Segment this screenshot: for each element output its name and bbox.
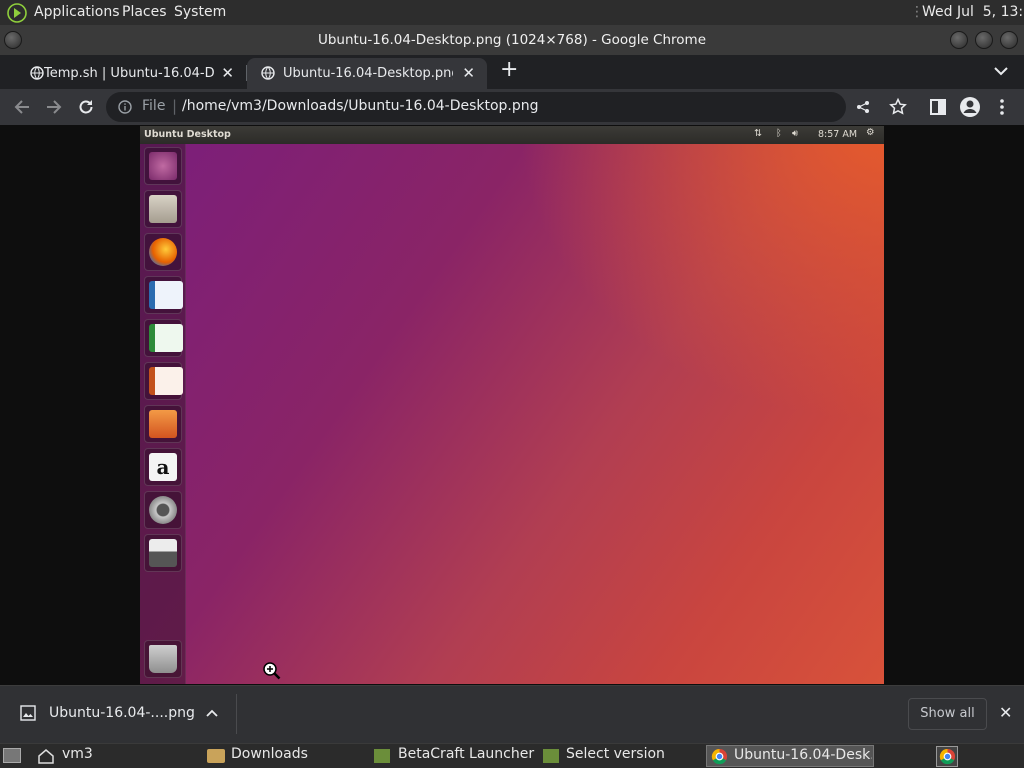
ubuntu-settings-gear-icon: ⚙ <box>866 127 875 138</box>
software-center-icon <box>144 405 182 443</box>
taskbar-item-chrome: Ubuntu-16.04-Desk... <box>734 747 872 763</box>
profile-avatar-icon[interactable] <box>959 96 981 118</box>
info-icon[interactable] <box>118 100 132 114</box>
ubuntu-desktop-image: Ubuntu Desktop ⇅ ᛒ 🔊︎ 8:57 AM ⚙ a <box>140 126 884 684</box>
tab-search-chevron-icon[interactable] <box>994 66 1008 76</box>
menu-system[interactable]: System <box>174 4 226 20</box>
firefox-icon <box>144 233 182 271</box>
system-settings-icon <box>144 491 182 529</box>
bluetooth-icon: ᛒ <box>776 128 782 139</box>
download-shelf: Ubuntu-16.04-....png Show all ✕ <box>0 685 1024 743</box>
url-separator: | <box>172 97 178 115</box>
workspace-switcher[interactable] <box>936 746 958 767</box>
amazon-icon: a <box>144 448 182 486</box>
browser-toolbar: File | /home/vm3/Downloads/Ubuntu-16.04-… <box>0 89 1024 125</box>
url-text[interactable]: /home/vm3/Downloads/Ubuntu-16.04-Desktop… <box>182 98 539 114</box>
side-panel-icon[interactable] <box>928 97 948 117</box>
share-icon[interactable] <box>856 100 870 114</box>
taskbar-item-active[interactable]: Ubuntu-16.04-Desk... <box>706 745 874 767</box>
distro-logo-icon[interactable] <box>6 2 28 24</box>
volume-icon: 🔊︎ <box>792 128 798 139</box>
network-icon: ⇅ <box>754 128 762 139</box>
download-filename: Ubuntu-16.04-....png <box>49 705 195 721</box>
bookmark-star-icon[interactable] <box>888 97 908 117</box>
ubuntu-top-panel: Ubuntu Desktop ⇅ ᛒ 🔊︎ 8:57 AM ⚙ <box>140 126 884 144</box>
window-title: Ubuntu-16.04-Desktop.png (1024×768) - Go… <box>317 32 707 48</box>
reload-icon[interactable] <box>76 97 96 117</box>
maximize-button[interactable] <box>975 31 993 49</box>
home-folder-icon <box>38 749 54 764</box>
chevron-up-icon[interactable] <box>206 709 218 717</box>
url-scheme: File <box>142 98 166 114</box>
trash-icon <box>144 640 182 678</box>
tab-title: Ubuntu-16.04-Desktop.png (1 <box>283 66 453 81</box>
globe-icon <box>261 66 275 80</box>
show-desktop-icon[interactable] <box>3 748 21 763</box>
close-shelf-icon[interactable]: ✕ <box>999 703 1012 722</box>
new-tab-button[interactable]: + <box>500 57 518 82</box>
java-app-icon <box>374 749 390 763</box>
bottom-taskbar: vm3 Downloads BetaCraft Launcher ... Sel… <box>0 743 1024 768</box>
more-menu-icon[interactable] <box>992 97 1012 117</box>
libreoffice-calc-icon <box>144 319 183 357</box>
chrome-icon <box>711 748 728 765</box>
top-panel: Applications Places System ⋮ Wed Jul 5, … <box>0 0 1024 25</box>
close-tab-icon[interactable]: ✕ <box>221 64 234 82</box>
globe-icon <box>30 66 44 80</box>
floppy-disk-icon <box>144 534 182 572</box>
shelf-divider <box>236 694 237 734</box>
ubuntu-launcher: a <box>140 144 186 684</box>
back-icon[interactable] <box>12 97 32 117</box>
close-tab-icon[interactable]: ✕ <box>462 64 475 82</box>
menu-places[interactable]: Places <box>122 4 167 20</box>
libreoffice-writer-icon <box>144 276 183 314</box>
ubuntu-clock: 8:57 AM <box>818 129 858 140</box>
show-all-button[interactable]: Show all <box>908 698 987 730</box>
ubuntu-panel-title: Ubuntu Desktop <box>144 129 231 140</box>
ubuntu-dash-icon <box>144 147 182 185</box>
tab-temp-sh[interactable]: Temp.sh | Ubuntu-16.04-Desk ✕ <box>8 58 246 89</box>
minimize-button[interactable] <box>950 31 968 49</box>
forward-icon[interactable] <box>44 97 64 117</box>
libreoffice-impress-icon <box>144 362 183 400</box>
window-title-bar[interactable]: Ubuntu-16.04-Desktop.png (1024×768) - Go… <box>0 25 1024 55</box>
taskbar-item-downloads[interactable]: Downloads <box>231 746 361 767</box>
folder-icon <box>207 749 225 763</box>
zoom-in-cursor-icon <box>263 662 281 680</box>
close-window-button[interactable] <box>1000 31 1018 49</box>
files-icon <box>144 190 182 228</box>
menu-applications[interactable]: Applications <box>34 4 120 20</box>
taskbar-item-betacraft[interactable]: BetaCraft Launcher ... <box>398 746 538 767</box>
tab-title: Temp.sh | Ubuntu-16.04-Desk <box>44 66 214 81</box>
omnibox[interactable]: File | /home/vm3/Downloads/Ubuntu-16.04-… <box>106 92 869 122</box>
java-app-icon <box>543 749 559 763</box>
download-item[interactable]: Ubuntu-16.04-....png <box>0 686 236 743</box>
taskbar-item-select-version[interactable]: Select version <box>566 746 696 767</box>
panel-clock[interactable]: Wed Jul 5, 13:29 <box>922 4 1024 20</box>
image-file-icon <box>20 705 36 721</box>
tab-strip: Temp.sh | Ubuntu-16.04-Desk ✕ Ubuntu-16.… <box>0 55 1024 89</box>
tab-ubuntu-desktop[interactable]: Ubuntu-16.04-Desktop.png (1 ✕ <box>247 58 487 89</box>
taskbar-home-label[interactable]: vm3 <box>62 746 93 767</box>
chrome-icon <box>939 748 956 765</box>
